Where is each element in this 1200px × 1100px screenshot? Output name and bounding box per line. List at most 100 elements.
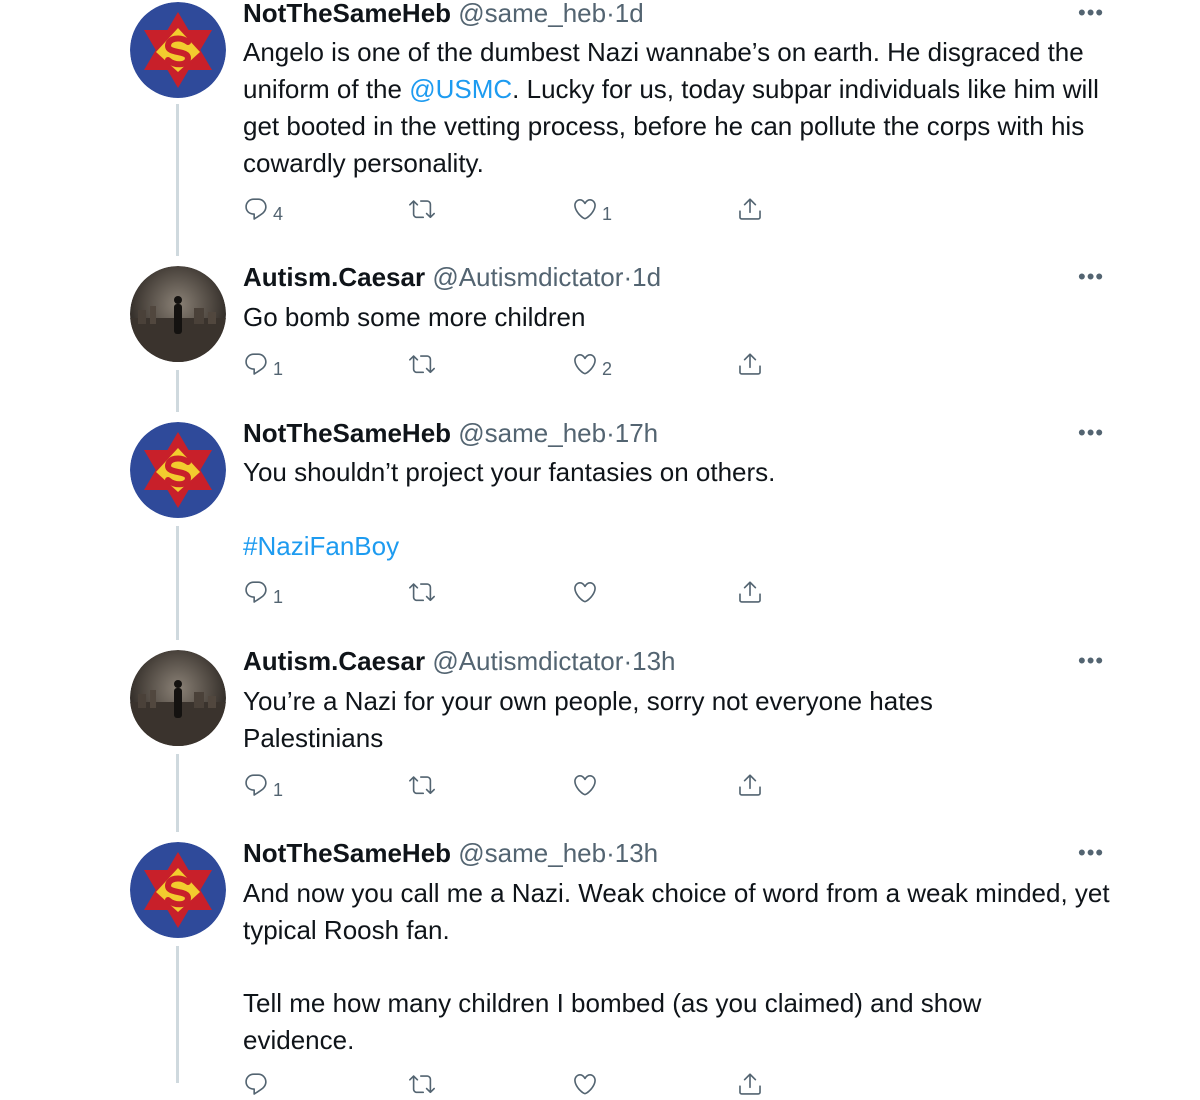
separator-dot: · [606, 0, 615, 28]
thread-line [176, 104, 179, 256]
share-icon [737, 196, 763, 222]
timestamp[interactable]: 1d [615, 0, 644, 28]
tweet-text: Angelo is one of the dumbest Nazi wannab… [243, 34, 1123, 182]
like-button[interactable] [572, 769, 602, 801]
separator-dot: · [623, 646, 633, 676]
avatar[interactable] [130, 422, 226, 518]
display-name[interactable]: Autism.Caesar [243, 646, 425, 676]
tweet-header: NotTheSameHeb @same_heb·17h [243, 418, 658, 448]
superman-star-avatar-icon [130, 842, 226, 938]
share-icon [737, 579, 763, 605]
tweet-text: Tell me how many children I bombed (as y… [243, 985, 1043, 1059]
heart-icon [572, 772, 598, 798]
timestamp[interactable]: 17h [615, 418, 658, 448]
display-name[interactable]: NotTheSameHeb [243, 838, 451, 868]
reply-count: 4 [273, 203, 284, 224]
more-options-icon[interactable]: ••• [1078, 648, 1104, 674]
retweet-button[interactable] [409, 348, 439, 380]
mention-link[interactable]: @USMC [409, 74, 512, 104]
tweet-text: You shouldn’t project your fantasies on … [243, 454, 1123, 491]
reply-count: 1 [273, 358, 284, 379]
like-count: 2 [602, 358, 613, 379]
hashtag-link[interactable]: #NaziFanBoy [243, 531, 399, 561]
like-count: 1 [602, 203, 613, 224]
reply-icon [243, 772, 269, 798]
tweet-header: NotTheSameHeb @same_heb·1d [243, 0, 644, 28]
reply-button[interactable] [243, 1068, 269, 1100]
display-name[interactable]: NotTheSameHeb [243, 418, 451, 448]
tweet-header: Autism.Caesar @Autismdictator·13h [243, 646, 676, 676]
tweet-text: Go bomb some more children [243, 299, 1123, 336]
heart-icon [572, 351, 598, 377]
heart-icon [572, 196, 598, 222]
thread-line [176, 370, 179, 412]
reply-button[interactable]: 1 [243, 576, 283, 608]
retweet-button[interactable] [409, 769, 439, 801]
reply-button[interactable]: 1 [243, 348, 283, 380]
handle[interactable]: @Autismdictator [432, 646, 623, 676]
avatar[interactable] [130, 650, 226, 746]
tweet-text-line: And now you call me a Nazi. Weak choice … [243, 878, 1110, 945]
reply-icon [243, 351, 269, 377]
display-name[interactable]: Autism.Caesar [243, 262, 425, 292]
avatar[interactable] [130, 842, 226, 938]
tweet-actions: 1 [243, 769, 803, 801]
separator-dot: · [623, 262, 633, 292]
share-button[interactable] [737, 193, 763, 225]
retweet-button[interactable] [409, 576, 439, 608]
more-options-icon[interactable]: ••• [1078, 0, 1104, 26]
tweet-actions [243, 1068, 803, 1100]
more-options-icon[interactable]: ••• [1078, 840, 1104, 866]
superman-star-avatar-icon [130, 2, 226, 98]
like-button[interactable]: 1 [572, 193, 612, 225]
reply-count: 1 [273, 586, 284, 607]
timestamp[interactable]: 13h [632, 646, 675, 676]
share-button[interactable] [737, 348, 763, 380]
retweet-button[interactable] [409, 1068, 435, 1100]
separator-dot: · [606, 838, 615, 868]
reply-button[interactable]: 4 [243, 193, 283, 225]
more-options-icon[interactable]: ••• [1078, 420, 1104, 446]
share-icon [737, 351, 763, 377]
retweet-icon [409, 351, 435, 377]
display-name[interactable]: NotTheSameHeb [243, 0, 451, 28]
reply-icon [243, 196, 269, 222]
tweet-text: You’re a Nazi for your own people, sorry… [243, 683, 1003, 757]
handle[interactable]: @same_heb [458, 418, 606, 448]
share-button[interactable] [737, 769, 763, 801]
handle[interactable]: @same_heb [458, 838, 606, 868]
tweet-actions: 1 [243, 576, 803, 608]
tweet-header: Autism.Caesar @Autismdictator·1d [243, 262, 661, 292]
share-icon [737, 1071, 763, 1097]
thread-line [176, 526, 179, 640]
timestamp[interactable]: 1d [632, 262, 661, 292]
city-silhouette-avatar-icon [130, 266, 226, 362]
superman-star-avatar-icon [130, 422, 226, 518]
reply-icon [243, 579, 269, 605]
heart-icon [572, 579, 598, 605]
handle[interactable]: @same_heb [458, 0, 606, 28]
separator-dot: · [606, 418, 615, 448]
share-button[interactable] [737, 1068, 763, 1100]
retweet-icon [409, 579, 435, 605]
handle[interactable]: @Autismdictator [432, 262, 623, 292]
timestamp[interactable]: 13h [615, 838, 658, 868]
share-button[interactable] [737, 576, 763, 608]
tweet-actions: 1 2 [243, 348, 803, 380]
tweet-text-line: Go bomb some more children [243, 302, 586, 332]
avatar[interactable] [130, 2, 226, 98]
like-button[interactable] [572, 1068, 598, 1100]
reply-icon [243, 1071, 269, 1097]
more-options-icon[interactable]: ••• [1078, 264, 1104, 290]
retweet-button[interactable] [409, 193, 439, 225]
tweet-text-line: You shouldn’t project your fantasies on … [243, 457, 776, 487]
retweet-icon [409, 196, 435, 222]
tweet-header: NotTheSameHeb @same_heb·13h [243, 838, 658, 868]
avatar[interactable] [130, 266, 226, 362]
thread-line [176, 754, 179, 832]
tweet-actions: 4 1 [243, 193, 803, 225]
heart-icon [572, 1071, 598, 1097]
like-button[interactable] [572, 576, 602, 608]
reply-button[interactable]: 1 [243, 769, 283, 801]
like-button[interactable]: 2 [572, 348, 612, 380]
